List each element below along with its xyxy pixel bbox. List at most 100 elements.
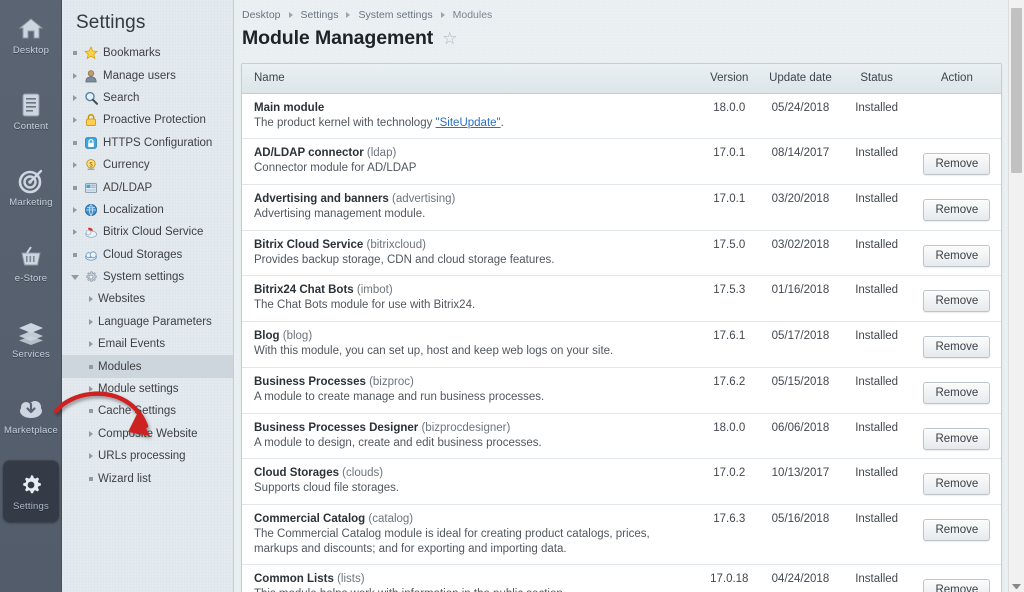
remove-button[interactable]: Remove [923, 244, 991, 267]
table-row: Business Processes Designer (bizprocdesi… [242, 413, 1001, 460]
tree-item-cache-settings[interactable]: Cache Settings [62, 400, 233, 422]
chevron-right-icon[interactable] [68, 117, 82, 124]
tree-item-language-parameters[interactable]: Language Parameters [62, 311, 233, 333]
nav-label-marketing: Marketing [9, 196, 53, 208]
col-header-version[interactable]: Version [698, 64, 761, 94]
nav-item-desktop[interactable]: Desktop [0, 4, 62, 66]
table-body: Main module The product kernel with techn… [242, 93, 1001, 592]
chevron-right-icon[interactable] [68, 206, 82, 213]
chevron-right-icon[interactable] [68, 72, 82, 79]
tree-item-manage-users[interactable]: Manage users [62, 64, 233, 86]
tree-item-module-settings[interactable]: Module settings [62, 378, 233, 400]
nav-item-marketing[interactable]: Marketing [0, 156, 62, 218]
cell-module-name: Commercial Catalog (catalog) The Commerci… [242, 504, 699, 566]
remove-button[interactable]: Remove [923, 427, 991, 450]
chevron-right-icon[interactable] [68, 94, 82, 101]
page-header: Module Management ☆ [234, 21, 1024, 50]
chevron-down-icon[interactable] [68, 274, 82, 280]
siteupdate-link[interactable]: "SiteUpdate" [436, 117, 501, 129]
module-description: With this module, you can set up, host a… [254, 345, 614, 358]
nav-label-marketplace: Marketplace [4, 424, 58, 436]
cell-action: Remove [912, 230, 1001, 277]
tree-item-bitrix-cloud-service[interactable]: Bitrix Cloud Service [62, 221, 233, 243]
nav-item-estore[interactable]: e-Store [0, 232, 62, 294]
vertical-scrollbar[interactable] [1008, 0, 1024, 592]
chevron-right-icon[interactable] [84, 341, 98, 348]
table-row: Commercial Catalog (catalog) The Commerci… [242, 504, 1001, 566]
tree-item-proactive-protection[interactable]: Proactive Protection [62, 109, 233, 131]
nav-label-content: Content [13, 120, 49, 132]
tree-item-https-configuration[interactable]: HTTPS Configuration [62, 132, 233, 154]
remove-button[interactable]: Remove [923, 473, 991, 496]
cell-module-name: Business Processes Designer (bizprocdesi… [242, 413, 699, 460]
remove-button[interactable]: Remove [923, 336, 991, 359]
breadcrumb-item-settings[interactable]: Settings [301, 9, 339, 21]
bullet-icon [68, 140, 82, 145]
tree-item-localization[interactable]: Localization [62, 199, 233, 221]
tree-item-label: Composite Website [98, 427, 198, 440]
nav-item-settings[interactable]: Settings [3, 460, 59, 522]
chevron-right-icon[interactable] [84, 453, 98, 460]
breadcrumb-separator-icon [440, 12, 445, 18]
tree-item-modules[interactable]: Modules [62, 355, 233, 378]
nav-item-content[interactable]: Content [0, 80, 62, 142]
cell-update-date: 05/16/2018 [760, 504, 841, 566]
cell-update-date: 05/17/2018 [760, 321, 841, 368]
remove-button[interactable]: Remove [923, 381, 991, 404]
tree-item-bookmarks[interactable]: Bookmarks [62, 42, 233, 64]
module-code: (advertising) [388, 192, 456, 205]
nav-item-services[interactable]: Services [0, 308, 62, 370]
tree-item-cloud-storages[interactable]: Cloud Storages [62, 244, 233, 266]
remove-button[interactable]: Remove [923, 290, 991, 313]
cell-version: 17.0.18 [698, 564, 761, 592]
col-header-status[interactable]: Status [840, 64, 913, 94]
chevron-right-icon[interactable] [84, 318, 98, 325]
cell-update-date: 03/20/2018 [760, 184, 841, 231]
cell-module-name: Common Lists (lists)This module helps wo… [242, 564, 699, 592]
tree-item-system-settings[interactable]: System settings [62, 266, 233, 288]
cell-action: Remove [912, 275, 1001, 323]
search-icon [82, 91, 100, 105]
cell-module-name: Business Processes (bizproc) A module to … [242, 367, 699, 414]
remove-button[interactable]: Remove [923, 579, 991, 592]
module-title: Main module [254, 102, 690, 114]
scrollbar-down-arrow-icon[interactable] [1012, 584, 1021, 589]
primary-nav-rail: Desktop Content Marketing e-Store Servic [0, 0, 62, 592]
col-header-update-date[interactable]: Update date [760, 64, 841, 94]
tree-item-urls-processing[interactable]: URLs processing [62, 445, 233, 467]
remove-button[interactable]: Remove [923, 518, 991, 541]
https-lock-icon [82, 136, 100, 150]
breadcrumb-item-system-settings[interactable]: System settings [358, 9, 432, 21]
tree-item-search[interactable]: Search [62, 87, 233, 109]
tree-item-wizard-list[interactable]: Wizard list [62, 467, 233, 489]
chevron-right-icon[interactable] [68, 229, 82, 236]
chevron-right-icon[interactable] [84, 430, 98, 437]
tree-item-ad-ldap[interactable]: AD/LDAP [62, 176, 233, 198]
tree-item-email-events[interactable]: Email Events [62, 333, 233, 355]
module-description-prefix: The product kernel with technology [254, 116, 436, 129]
module-code: (lists) [333, 573, 365, 586]
col-header-name[interactable]: Name [242, 64, 699, 94]
remove-button[interactable]: Remove [923, 153, 991, 176]
tree-item-currency[interactable]: $ Currency [62, 154, 233, 176]
module-title: Business Processes Designer (bizprocdesi… [254, 422, 690, 434]
scrollbar-thumb[interactable] [1011, 8, 1022, 173]
module-title-text: Advertising and banners [254, 192, 389, 205]
breadcrumb-item-desktop[interactable]: Desktop [242, 9, 281, 21]
chevron-right-icon[interactable] [84, 296, 98, 303]
table-row: Main module The product kernel with techn… [242, 93, 1001, 140]
tree-item-websites[interactable]: Websites [62, 288, 233, 310]
module-title: Cloud Storages (clouds) [254, 467, 690, 479]
cell-action: Remove [912, 564, 1001, 592]
chevron-right-icon[interactable] [68, 162, 82, 169]
cell-module-name: Bitrix24 Chat Bots (imbot) The Chat Bots … [242, 275, 699, 323]
star-outline-icon[interactable]: ☆ [442, 30, 457, 47]
remove-button[interactable]: Remove [923, 198, 991, 221]
module-code: (imbot) [353, 284, 393, 297]
basket-icon [17, 243, 45, 271]
module-description: The Commercial Catalog module is ideal f… [254, 527, 650, 555]
chevron-right-icon[interactable] [84, 386, 98, 393]
nav-item-marketplace[interactable]: Marketplace [0, 384, 62, 446]
tree-item-composite-website[interactable]: Composite Website [62, 423, 233, 445]
module-title-text: Bitrix Cloud Service [254, 238, 364, 251]
